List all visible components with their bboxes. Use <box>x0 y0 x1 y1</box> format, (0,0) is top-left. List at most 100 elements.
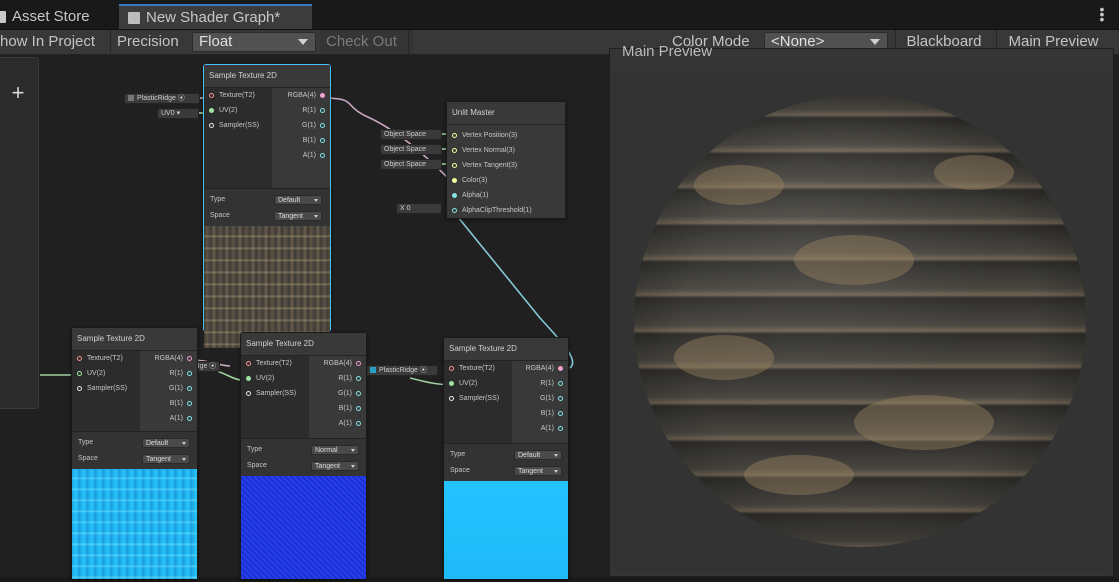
property-pill-plastic-ridge[interactable]: PlasticRidge ⦿ <box>124 93 200 104</box>
port-label: Texture(T2) <box>256 360 292 367</box>
type-dropdown[interactable]: Default <box>514 450 562 460</box>
port-alpha[interactable]: Alpha(1) <box>447 188 565 203</box>
port-a[interactable]: A(1) <box>309 416 366 431</box>
port-texture[interactable]: Texture(T2) <box>444 361 512 376</box>
port-b[interactable]: B(1) <box>140 396 197 411</box>
type-label: Type <box>210 196 226 203</box>
texture-preview <box>72 469 197 579</box>
space-pill-normal[interactable]: Object Space <box>380 144 442 155</box>
space-dropdown[interactable]: Tangent <box>274 211 322 221</box>
port-b[interactable]: B(1) <box>309 401 366 416</box>
texture-highlight <box>794 235 914 285</box>
preview-sphere[interactable] <box>634 95 1086 547</box>
space-dropdown[interactable]: Tangent <box>142 454 190 464</box>
chevron-down-icon <box>314 199 318 202</box>
space-value: Tangent <box>146 456 171 463</box>
port-a[interactable]: A(1) <box>140 411 197 426</box>
port-b[interactable]: B(1) <box>512 406 568 421</box>
port-rgba[interactable]: RGBA(4) <box>272 88 330 103</box>
port-label: Sampler(SS) <box>256 390 297 397</box>
space-label: Space <box>78 455 98 462</box>
space-dropdown[interactable]: Tangent <box>514 466 562 476</box>
node-sample-texture-right[interactable]: Sample Texture 2D Texture(T2) UV(2) Samp… <box>443 337 569 579</box>
node-settings: Type Normal Space Tangent <box>241 438 366 476</box>
port-a[interactable]: A(1) <box>512 421 568 436</box>
port-label: UV(2) <box>459 380 478 387</box>
port-vertex-tangent[interactable]: Vertex Tangent(3) <box>447 158 565 173</box>
port-uv[interactable]: UV(2) <box>241 371 309 386</box>
chevron-down-icon <box>182 458 186 461</box>
port-g[interactable]: G(1) <box>272 118 330 133</box>
port-label: A(1) <box>302 152 316 159</box>
port-label: R(1) <box>540 380 554 387</box>
space-row: Space Tangent <box>241 458 366 474</box>
port-rgba[interactable]: RGBA(4) <box>309 356 366 371</box>
port-uv[interactable]: UV(2) <box>72 366 140 381</box>
node-sample-texture-top[interactable]: Sample Texture 2D Texture(T2) UV(2) Samp… <box>203 64 331 348</box>
port-r[interactable]: R(1) <box>272 103 330 118</box>
port-sampler[interactable]: Sampler(SS) <box>444 391 512 406</box>
space-pill-position[interactable]: Object Space <box>380 129 442 140</box>
port-texture[interactable]: Texture(T2) <box>241 356 309 371</box>
alpha-clip-value: 0 <box>406 205 411 212</box>
port-vertex-normal[interactable]: Vertex Normal(3) <box>447 143 565 158</box>
port-vertex-position[interactable]: Vertex Position(3) <box>447 128 565 143</box>
port-g[interactable]: G(1) <box>309 386 366 401</box>
port-uv[interactable]: UV(2) <box>204 103 272 118</box>
port-label: Texture(T2) <box>87 355 123 362</box>
port-g[interactable]: G(1) <box>140 381 197 396</box>
space-row: Space Tangent <box>444 463 568 479</box>
texture-highlight <box>744 455 854 495</box>
port-sampler[interactable]: Sampler(SS) <box>241 386 309 401</box>
port-a[interactable]: A(1) <box>272 148 330 163</box>
port-sampler[interactable]: Sampler(SS) <box>204 118 272 133</box>
main-preview-title: Main Preview <box>622 43 713 59</box>
port-label: Vertex Normal(3) <box>462 147 515 154</box>
type-dropdown[interactable]: Normal <box>311 445 359 455</box>
node-sample-texture-mid[interactable]: Sample Texture 2D Texture(T2) UV(2) Samp… <box>240 332 367 579</box>
port-label: G(1) <box>169 385 183 392</box>
type-dropdown[interactable]: Default <box>142 438 190 448</box>
port-label: B(1) <box>540 410 554 417</box>
port-sampler[interactable]: Sampler(SS) <box>72 381 140 396</box>
port-color[interactable]: Color(3) <box>447 173 565 188</box>
node-inputs: Texture(T2) UV(2) Sampler(SS) <box>444 361 512 443</box>
texture-highlight <box>854 395 994 450</box>
pill-label: PlasticRidge <box>379 367 418 374</box>
space-dropdown[interactable]: Tangent <box>311 461 359 471</box>
port-r[interactable]: R(1) <box>140 366 197 381</box>
space-value: Tangent <box>278 213 303 220</box>
type-row: Type Default <box>72 435 197 451</box>
port-rgba[interactable]: RGBA(4) <box>512 361 568 376</box>
type-dropdown[interactable]: Default <box>274 195 322 205</box>
port-rgba[interactable]: RGBA(4) <box>140 351 197 366</box>
port-g[interactable]: G(1) <box>512 391 568 406</box>
texture-highlight <box>934 155 1014 190</box>
type-value: Default <box>278 197 301 204</box>
node-inputs: Vertex Position(3) Vertex Normal(3) Vert… <box>447 125 565 218</box>
port-label: Vertex Position(3) <box>462 132 518 139</box>
space-pill-tangent[interactable]: Object Space <box>380 159 442 170</box>
port-b[interactable]: B(1) <box>272 133 330 148</box>
port-label: Texture(T2) <box>219 92 255 99</box>
type-row: Type Normal <box>241 442 366 458</box>
port-r[interactable]: R(1) <box>512 376 568 391</box>
port-label: Alpha(1) <box>462 192 489 199</box>
port-r[interactable]: R(1) <box>309 371 366 386</box>
node-settings: Type Default Space Tangent <box>204 188 330 226</box>
space-value: Tangent <box>315 463 340 470</box>
port-alpha-clip[interactable]: AlphaClipThreshold(1) <box>447 203 565 218</box>
node-inputs: Texture(T2) UV(2) Sampler(SS) <box>72 351 140 431</box>
port-label: G(1) <box>302 122 316 129</box>
uv-channel-dropdown[interactable]: UV0 ▾ <box>157 108 199 119</box>
node-sample-texture-left[interactable]: Sample Texture 2D Texture(T2) UV(2) Samp… <box>71 327 198 579</box>
pill-label: PlasticRidge <box>137 95 176 102</box>
chevron-down-icon <box>351 449 355 452</box>
port-texture[interactable]: Texture(T2) <box>204 88 272 103</box>
port-texture[interactable]: Texture(T2) <box>72 351 140 366</box>
property-pill-plastic-ridge-right[interactable]: PlasticRidge ⦿ <box>366 365 438 376</box>
node-unlit-master[interactable]: Unlit Master Vertex Position(3) Vertex N… <box>446 101 566 219</box>
port-uv[interactable]: UV(2) <box>444 376 512 391</box>
alpha-clip-input[interactable]: X 0 <box>396 203 442 214</box>
port-label: Vertex Tangent(3) <box>462 162 518 169</box>
